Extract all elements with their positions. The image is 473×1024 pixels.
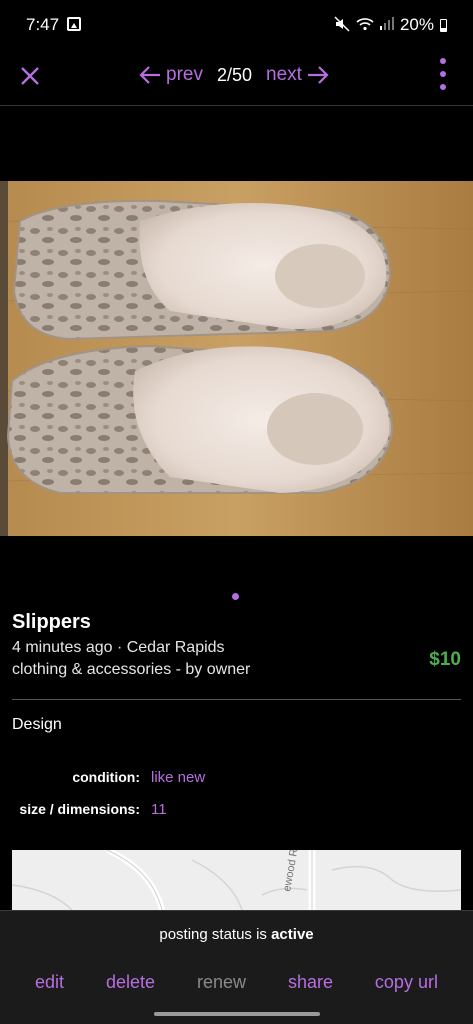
bottom-action-bar: posting status is active edit delete ren… [0, 910, 473, 1024]
prev-button[interactable]: prev [138, 64, 203, 86]
copy-url-button[interactable]: copy url [375, 972, 438, 993]
posting-navigation: prev 2/50 next [138, 60, 330, 90]
clock: 7:47 [26, 15, 60, 34]
map-tiles: ewood R [12, 850, 461, 910]
kebab-dot [440, 58, 446, 64]
listing-title: Slippers [12, 611, 91, 633]
battery-percent: 20% [399, 15, 434, 34]
category-line: clothing & accessories - by owner [12, 661, 251, 678]
attribute-value[interactable]: 11 [151, 801, 167, 818]
location-map[interactable]: ewood R [12, 850, 461, 910]
edit-button[interactable]: edit [35, 972, 64, 993]
prev-label: prev [166, 64, 203, 85]
posting-actions: edit delete renew share copy url [0, 972, 473, 993]
gallery-notification-icon [67, 17, 81, 31]
status-prefix: posting status is [159, 926, 272, 943]
kebab-dot [440, 84, 446, 90]
posting-toolbar: prev 2/50 next [0, 50, 473, 106]
attribute-value[interactable]: like new [151, 769, 205, 786]
battery-icon [440, 18, 447, 32]
next-button[interactable]: next [266, 64, 330, 86]
status-icons: 20% [334, 15, 447, 35]
next-label: next [266, 64, 302, 85]
wifi-icon [356, 17, 374, 34]
listing-photo[interactable] [0, 181, 473, 536]
posting-counter: 2/50 [216, 64, 253, 85]
listing-body: Design [12, 716, 62, 733]
attribute-row-condition: condition: like new [0, 769, 473, 786]
close-button[interactable] [16, 62, 44, 90]
renew-button[interactable]: renew [197, 972, 246, 993]
mute-icon [334, 15, 350, 35]
status-value: active [271, 926, 314, 943]
slippers-image [0, 181, 473, 536]
listing-price: $10 [429, 649, 461, 670]
home-gesture-bar[interactable] [154, 1012, 320, 1016]
arrow-right-icon [307, 66, 329, 84]
share-button[interactable]: share [288, 972, 333, 993]
arrow-left-icon [139, 66, 160, 84]
delete-button[interactable]: delete [106, 972, 155, 993]
signal-icon [379, 17, 394, 33]
close-icon [21, 67, 39, 85]
attribute-label: condition: [72, 769, 140, 785]
posted-time-location: 4 minutes ago · Cedar Rapids [12, 639, 225, 656]
photo-pager-dot[interactable] [232, 593, 239, 600]
attribute-label: size / dimensions: [19, 801, 140, 817]
section-divider [12, 699, 461, 700]
attribute-row-size: size / dimensions: 11 [0, 801, 473, 818]
posting-view: 7:47 20% prev 2/50 next Slippers 4 minut… [0, 0, 473, 1024]
posting-status: posting status is active [0, 926, 473, 943]
more-options-button[interactable] [437, 58, 449, 90]
kebab-dot [440, 71, 446, 77]
status-bar: 7:47 20% [0, 0, 473, 50]
